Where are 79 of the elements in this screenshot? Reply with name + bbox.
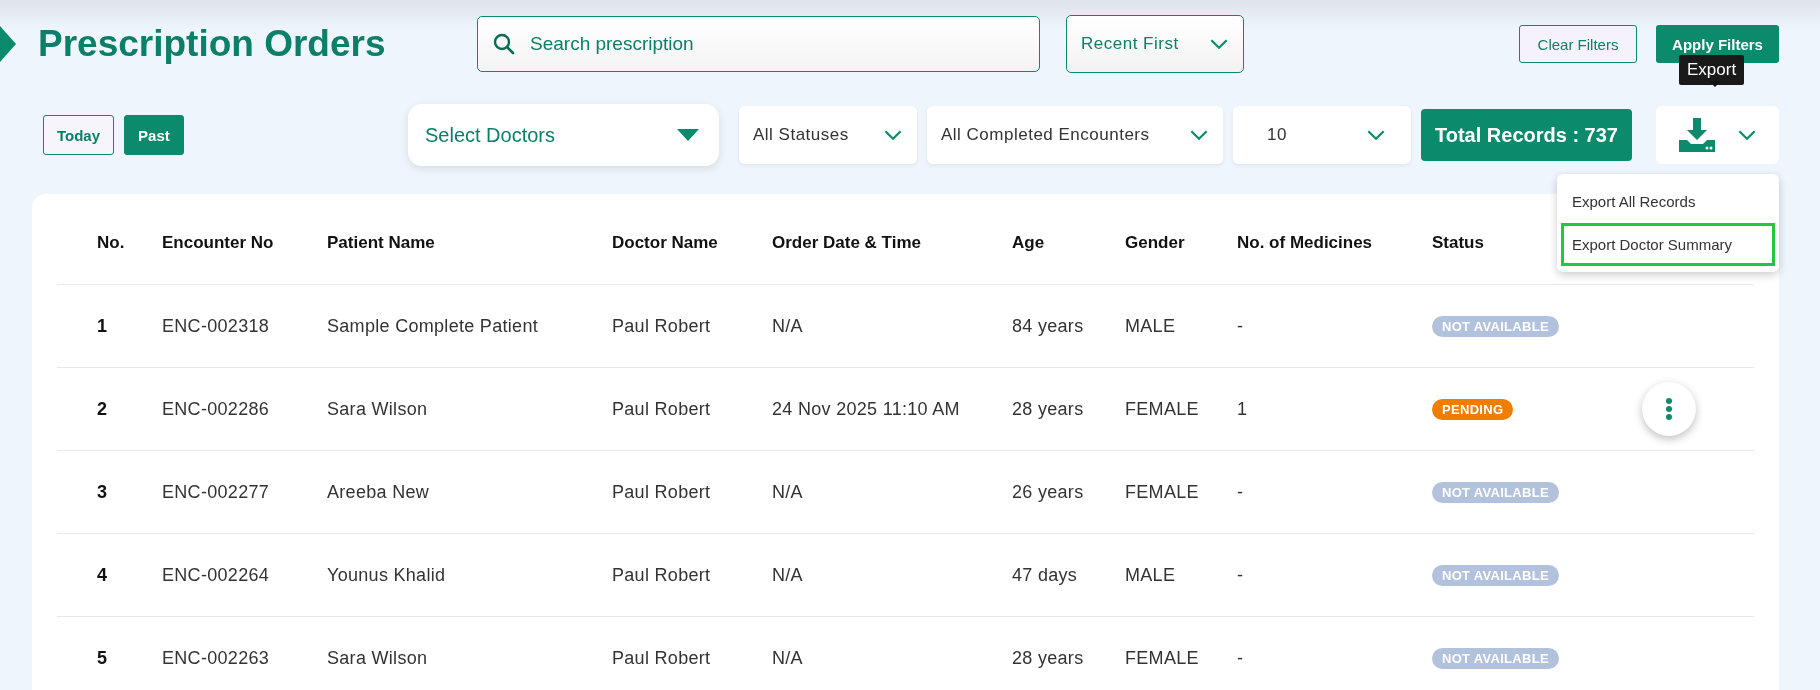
table-cell-text: Areeba New [327,481,431,503]
table-cell-text: 3 [97,481,109,503]
table-cell-text: 24 Nov 2025 11:10 AM [772,398,961,420]
status-badge: PENDING [1432,399,1514,420]
table-cell-text: N/A [772,647,804,669]
table-cell-text: 5 [97,647,109,669]
table-cell-text: ENC-002318 [162,315,271,337]
table-cell-text: 4 [97,564,109,586]
table-cell-text: FEMALE [1125,647,1200,669]
status-badge: NOT AVAILABLE [1432,316,1559,337]
table-cell-text: Paul Robert [612,398,712,420]
table-cell-text: MALE [1125,315,1177,337]
more-options-button[interactable] [1642,382,1696,436]
table-cell-text: 2 [97,398,109,420]
menu-item[interactable]: Export All Records [1561,180,1775,223]
sort-dropdown[interactable]: Recent First [1066,15,1244,73]
table-cell-text: - [1237,315,1245,337]
export-button[interactable] [1656,106,1779,164]
column-header: Doctor Name [612,233,718,253]
chevron-icon [1188,129,1209,141]
table-cell-text: ENC-002277 [162,481,271,503]
menu-item[interactable]: Export Doctor Summary [1561,223,1775,266]
table-cell-text: 84 years [1012,315,1085,337]
table-cell-text: 1 [97,315,109,337]
period-tab[interactable]: Past [124,115,184,155]
table-cell-text: N/A [772,481,804,503]
table-cell-text: Sara Wilson [327,398,429,420]
column-header: No. of Medicines [1237,233,1373,253]
doctor-dropdown[interactable]: Select Doctors [407,104,719,166]
table-cell-text: Sara Wilson [327,647,429,669]
page-title: Prescription Orders [38,23,387,65]
clear-filters-button[interactable]: Clear Filters [1519,25,1637,63]
table-cell-text: FEMALE [1125,481,1200,503]
table-cell-text: - [1237,564,1245,586]
table-cell-text: Younus Khalid [327,564,447,586]
column-header: Age [1012,233,1045,253]
column-header: No. [97,233,125,253]
table-cell-text: Paul Robert [612,315,712,337]
column-header: Gender [1125,233,1185,253]
table-cell-text: ENC-002263 [162,647,271,669]
chevron-icon [882,129,903,141]
table-cell-text: ENC-002264 [162,564,271,586]
table-cell-text: - [1237,481,1245,503]
table-cell-text: N/A [772,315,804,337]
search-field[interactable]: Search prescription [477,16,1040,72]
chevron-icon [1736,129,1757,141]
table-cell-text: FEMALE [1125,398,1200,420]
more-icon [1666,398,1672,420]
table-cell-text: Paul Robert [612,647,712,669]
chevron-icon [1209,38,1229,50]
table-cell-text: - [1237,647,1245,669]
period-tab[interactable]: Today [43,115,115,155]
table-cell-text: 28 years [1012,398,1085,420]
download-icon [1678,118,1715,152]
status-badge: NOT AVAILABLE [1432,482,1559,503]
table-cell-text: ENC-002286 [162,398,271,420]
search-icon [493,33,515,55]
column-header: Encounter No [162,233,274,253]
table-cell-text: MALE [1125,564,1177,586]
column-header: Status [1432,233,1484,253]
encounter-dropdown[interactable]: All Completed Encounters [926,106,1223,164]
total-records-badge: Total Records : 737 [1420,109,1632,161]
column-header: Patient Name [327,233,435,253]
table-cell-text: Paul Robert [612,481,712,503]
chevron-icon [1365,129,1386,141]
caret-icon [676,129,699,141]
table-cell-text: Paul Robert [612,564,712,586]
status-badge: NOT AVAILABLE [1432,565,1559,586]
table-cell-text: N/A [772,564,804,586]
column-header: Order Date & Time [772,233,921,253]
status-badge: NOT AVAILABLE [1432,648,1559,669]
table-cell-text: 1 [1237,398,1249,420]
table-cell-text: 26 years [1012,481,1085,503]
table-cell-text: 47 days [1012,564,1079,586]
page-size-dropdown[interactable]: 10 [1232,106,1411,164]
table-cell-text: 28 years [1012,647,1085,669]
table-cell-text: Sample Complete Patient [327,315,539,337]
arrow-marker-icon [0,26,16,62]
status-dropdown[interactable]: All Statuses [738,106,917,164]
